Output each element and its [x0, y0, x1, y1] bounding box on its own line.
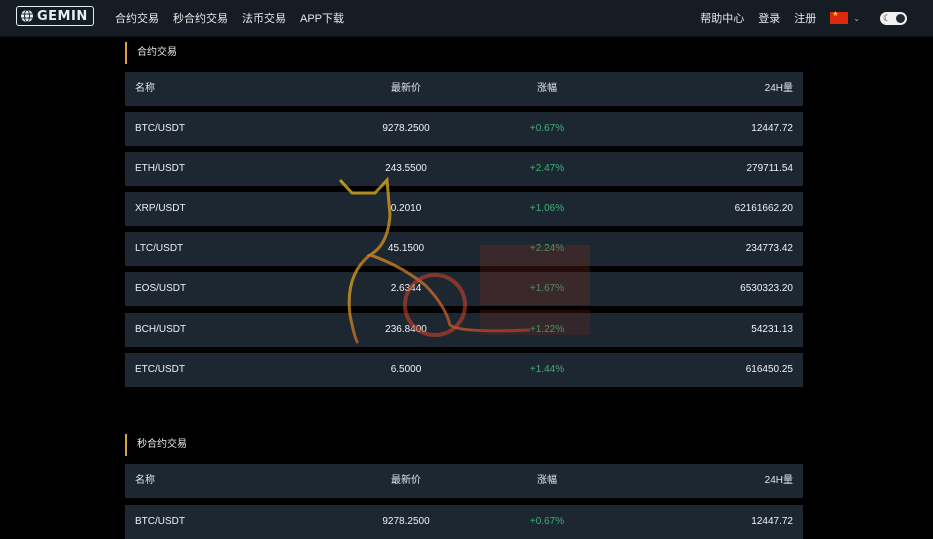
table-row[interactable]: BTC/USDT 9278.2500 +0.67% 12447.72 [125, 505, 803, 539]
change-percent: +1.44% [529, 364, 565, 375]
pair-name: BCH/USDT [135, 324, 187, 335]
volume-24h: 6530323.20 [740, 283, 793, 294]
volume-24h: 616450.25 [745, 364, 793, 375]
nav-link-contract[interactable]: 合约交易 [115, 10, 159, 26]
header-change: 涨幅 [537, 83, 557, 94]
help-center-link[interactable]: 帮助中心 [700, 10, 744, 26]
change-percent: +2.47% [529, 163, 565, 174]
change-percent: +2.24% [529, 243, 565, 254]
last-price: 243.5500 [385, 163, 427, 174]
table-row[interactable]: XRP/USDT 0.2010 +1.06% 62161662.20 [125, 192, 803, 226]
table-row[interactable]: EOS/USDT 2.6344 +1.67% 6530323.20 [125, 272, 803, 306]
pair-name: EOS/USDT [135, 283, 187, 294]
register-link[interactable]: 注册 [794, 10, 816, 26]
volume-24h: 279711.54 [746, 163, 793, 174]
last-price: 9278.2500 [382, 516, 430, 527]
header-price: 最新价 [391, 475, 421, 486]
logo-text: GEMIN [37, 8, 88, 24]
last-price: 0.2010 [390, 203, 422, 214]
second-contract-table-header: 名称 最新价 涨幅 24H量 [125, 464, 803, 498]
second-contract-section-title: 秒合约交易 [125, 434, 325, 456]
theme-toggle[interactable]: ☾ [880, 11, 907, 25]
volume-24h: 54231.13 [751, 324, 793, 335]
contract-table-header: 名称 最新价 涨幅 24H量 [125, 72, 803, 106]
change-percent: +1.06% [529, 203, 565, 214]
pair-name: LTC/USDT [135, 243, 184, 254]
last-price: 236.8400 [385, 324, 427, 335]
nav-link-app-download[interactable]: APP下载 [300, 10, 344, 26]
nav-link-second-contract[interactable]: 秒合约交易 [173, 10, 228, 26]
top-navbar: GEMIN 合约交易 秒合约交易 法币交易 APP下载 帮助中心 登录 注册 ★… [0, 0, 933, 37]
volume-24h: 12447.72 [751, 516, 793, 527]
contract-section-title: 合约交易 [125, 42, 325, 64]
table-row[interactable]: BTC/USDT 9278.2500 +0.67% 12447.72 [125, 112, 803, 146]
moon-icon: ☾ [883, 12, 892, 23]
header-change: 涨幅 [537, 475, 557, 486]
change-percent: +1.22% [529, 324, 565, 335]
pair-name: BTC/USDT [135, 516, 185, 527]
main-nav: 合约交易 秒合约交易 法币交易 APP下载 [115, 0, 358, 36]
nav-right: 帮助中心 登录 注册 ★ ⌄ ☾ [700, 0, 907, 36]
nav-link-fiat[interactable]: 法币交易 [242, 10, 286, 26]
toggle-knob [896, 13, 905, 23]
last-price: 9278.2500 [382, 123, 430, 134]
pair-name: XRP/USDT [135, 203, 186, 214]
table-row[interactable]: ETH/USDT 243.5500 +2.47% 279711.54 [125, 152, 803, 186]
header-price: 最新价 [391, 83, 421, 94]
volume-24h: 62161662.20 [734, 203, 793, 214]
last-price: 2.6344 [390, 283, 422, 294]
header-volume: 24H量 [764, 83, 793, 94]
globe-icon [21, 9, 33, 23]
header-volume: 24H量 [764, 475, 793, 486]
volume-24h: 12447.72 [751, 123, 793, 134]
last-price: 6.5000 [390, 364, 422, 375]
volume-24h: 234773.42 [745, 243, 793, 254]
table-row[interactable]: BCH/USDT 236.8400 +1.22% 54231.13 [125, 313, 803, 347]
brand-logo[interactable]: GEMIN [16, 6, 94, 26]
chevron-down-icon[interactable]: ⌄ [853, 14, 860, 23]
change-percent: +0.67% [529, 516, 565, 527]
header-name: 名称 [135, 83, 155, 94]
change-percent: +1.67% [529, 283, 565, 294]
table-row[interactable]: LTC/USDT 45.1500 +2.24% 234773.42 [125, 232, 803, 266]
china-flag-icon[interactable]: ★ [830, 11, 849, 24]
table-row[interactable]: ETC/USDT 6.5000 +1.44% 616450.25 [125, 353, 803, 387]
pair-name: ETH/USDT [135, 163, 185, 174]
header-name: 名称 [135, 475, 155, 486]
last-price: 45.1500 [387, 243, 425, 254]
pair-name: BTC/USDT [135, 123, 185, 134]
login-link[interactable]: 登录 [758, 10, 780, 26]
change-percent: +0.67% [529, 123, 565, 134]
pair-name: ETC/USDT [135, 364, 185, 375]
